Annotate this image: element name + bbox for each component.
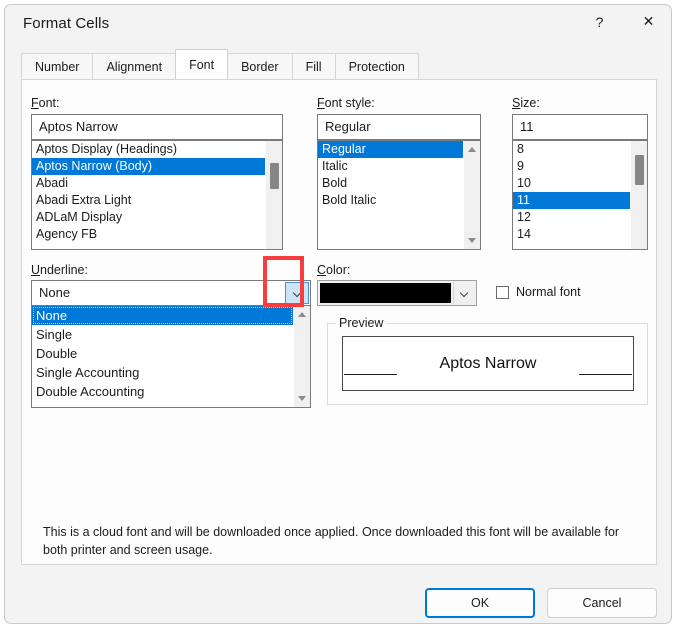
underline-dropdown-scrollbar[interactable] xyxy=(293,306,310,407)
tab-strip: Number Alignment Font Border Fill Protec… xyxy=(21,49,419,79)
color-dropdown-button[interactable] xyxy=(453,282,475,304)
font-list-scrollbar[interactable] xyxy=(265,141,282,249)
font-style-list-rows: Regular Italic Bold Bold Italic xyxy=(318,141,463,249)
cancel-button[interactable]: Cancel xyxy=(547,588,657,618)
font-list[interactable]: Aptos Display (Headings) Aptos Narrow (B… xyxy=(31,140,283,250)
scroll-down-arrow-icon[interactable] xyxy=(294,389,310,406)
list-item[interactable]: Bold xyxy=(318,175,463,192)
underline-value: None xyxy=(39,285,71,300)
preview-rule-right xyxy=(579,373,632,375)
chevron-down-icon xyxy=(293,289,302,298)
window-title: Format Cells xyxy=(23,15,110,32)
list-item[interactable]: 10 xyxy=(513,175,630,192)
color-label: Color: xyxy=(317,263,351,277)
help-button[interactable]: ? xyxy=(577,5,622,38)
underline-option-rows: None Single Double Single Accounting Dou… xyxy=(32,306,293,407)
preview-group-title: Preview xyxy=(336,316,387,330)
scrollbar-thumb[interactable] xyxy=(635,155,644,185)
font-tab-panel: Font: Aptos Narrow Aptos Display (Headin… xyxy=(21,79,657,565)
list-item[interactable]: ADLaM Display xyxy=(32,209,265,226)
list-item[interactable]: Abadi xyxy=(32,175,265,192)
list-item[interactable]: Double Accounting xyxy=(32,382,293,401)
list-item[interactable]: 14 xyxy=(513,226,630,243)
normal-font-label: Normal font xyxy=(516,285,581,299)
font-style-list[interactable]: Regular Italic Bold Bold Italic xyxy=(317,140,481,250)
list-item[interactable]: Agency FB xyxy=(32,226,265,243)
list-item[interactable]: 9 xyxy=(513,158,630,175)
list-item[interactable]: 8 xyxy=(513,141,630,158)
tab-protection[interactable]: Protection xyxy=(334,53,419,79)
list-item[interactable]: Italic xyxy=(318,158,463,175)
underline-dropdown-list[interactable]: None Single Double Single Accounting Dou… xyxy=(31,305,311,408)
list-item[interactable]: 12 xyxy=(513,209,630,226)
color-combobox[interactable] xyxy=(317,280,477,306)
font-style-label: Font style: xyxy=(317,96,375,110)
color-swatch xyxy=(320,283,451,303)
font-style-scrollbar[interactable] xyxy=(463,141,480,249)
list-item[interactable]: Abadi Extra Light xyxy=(32,192,265,209)
list-item[interactable]: Bold Italic xyxy=(318,192,463,209)
chevron-down-icon xyxy=(460,289,469,298)
size-list-rows: 8 9 10 11 12 14 xyxy=(513,141,630,249)
format-cells-dialog: Format Cells ? ✕ Number Alignment Font B… xyxy=(4,4,672,624)
underline-label: Underline: xyxy=(31,263,88,277)
scroll-up-arrow-icon[interactable] xyxy=(464,142,480,159)
tab-font[interactable]: Font xyxy=(175,49,229,79)
close-button[interactable]: ✕ xyxy=(626,5,671,38)
underline-dropdown-button[interactable] xyxy=(285,282,309,304)
preview-rule-left xyxy=(344,373,397,375)
ok-button[interactable]: OK xyxy=(425,588,535,618)
cloud-font-note: This is a cloud font and will be downloa… xyxy=(43,525,620,557)
underline-combobox[interactable]: None xyxy=(31,280,311,306)
size-list-scrollbar[interactable] xyxy=(630,141,647,249)
tab-number[interactable]: Number xyxy=(21,53,94,79)
scroll-down-arrow-icon[interactable] xyxy=(464,231,480,248)
list-item[interactable]: 11 xyxy=(513,192,630,209)
list-item[interactable]: Regular xyxy=(318,141,463,158)
size-input[interactable]: 11 xyxy=(512,114,648,140)
list-item[interactable]: Single Accounting xyxy=(32,363,293,382)
tab-border[interactable]: Border xyxy=(227,53,293,79)
size-list[interactable]: 8 9 10 11 12 14 xyxy=(512,140,648,250)
list-item[interactable]: Double xyxy=(32,344,293,363)
tab-alignment[interactable]: Alignment xyxy=(92,53,177,79)
size-label: Size: xyxy=(512,96,540,110)
list-item[interactable]: Aptos Display (Headings) xyxy=(32,141,265,158)
preview-text: Aptos Narrow xyxy=(439,354,537,372)
normal-font-checkbox-row[interactable]: Normal font xyxy=(496,285,581,299)
tab-fill[interactable]: Fill xyxy=(291,53,336,79)
font-name-input[interactable]: Aptos Narrow xyxy=(31,114,283,140)
preview-box: Aptos Narrow xyxy=(342,336,634,391)
scrollbar-thumb[interactable] xyxy=(270,163,279,189)
font-list-rows: Aptos Display (Headings) Aptos Narrow (B… xyxy=(32,141,265,249)
list-item[interactable]: None xyxy=(32,306,293,325)
normal-font-checkbox[interactable] xyxy=(496,285,509,299)
font-label: Font: xyxy=(31,96,60,110)
list-item[interactable]: Single xyxy=(32,325,293,344)
title-bar: Format Cells ? ✕ xyxy=(5,5,671,44)
list-item[interactable]: Aptos Narrow (Body) xyxy=(32,158,265,175)
font-style-input[interactable]: Regular xyxy=(317,114,481,140)
scroll-up-arrow-icon[interactable] xyxy=(294,307,310,324)
